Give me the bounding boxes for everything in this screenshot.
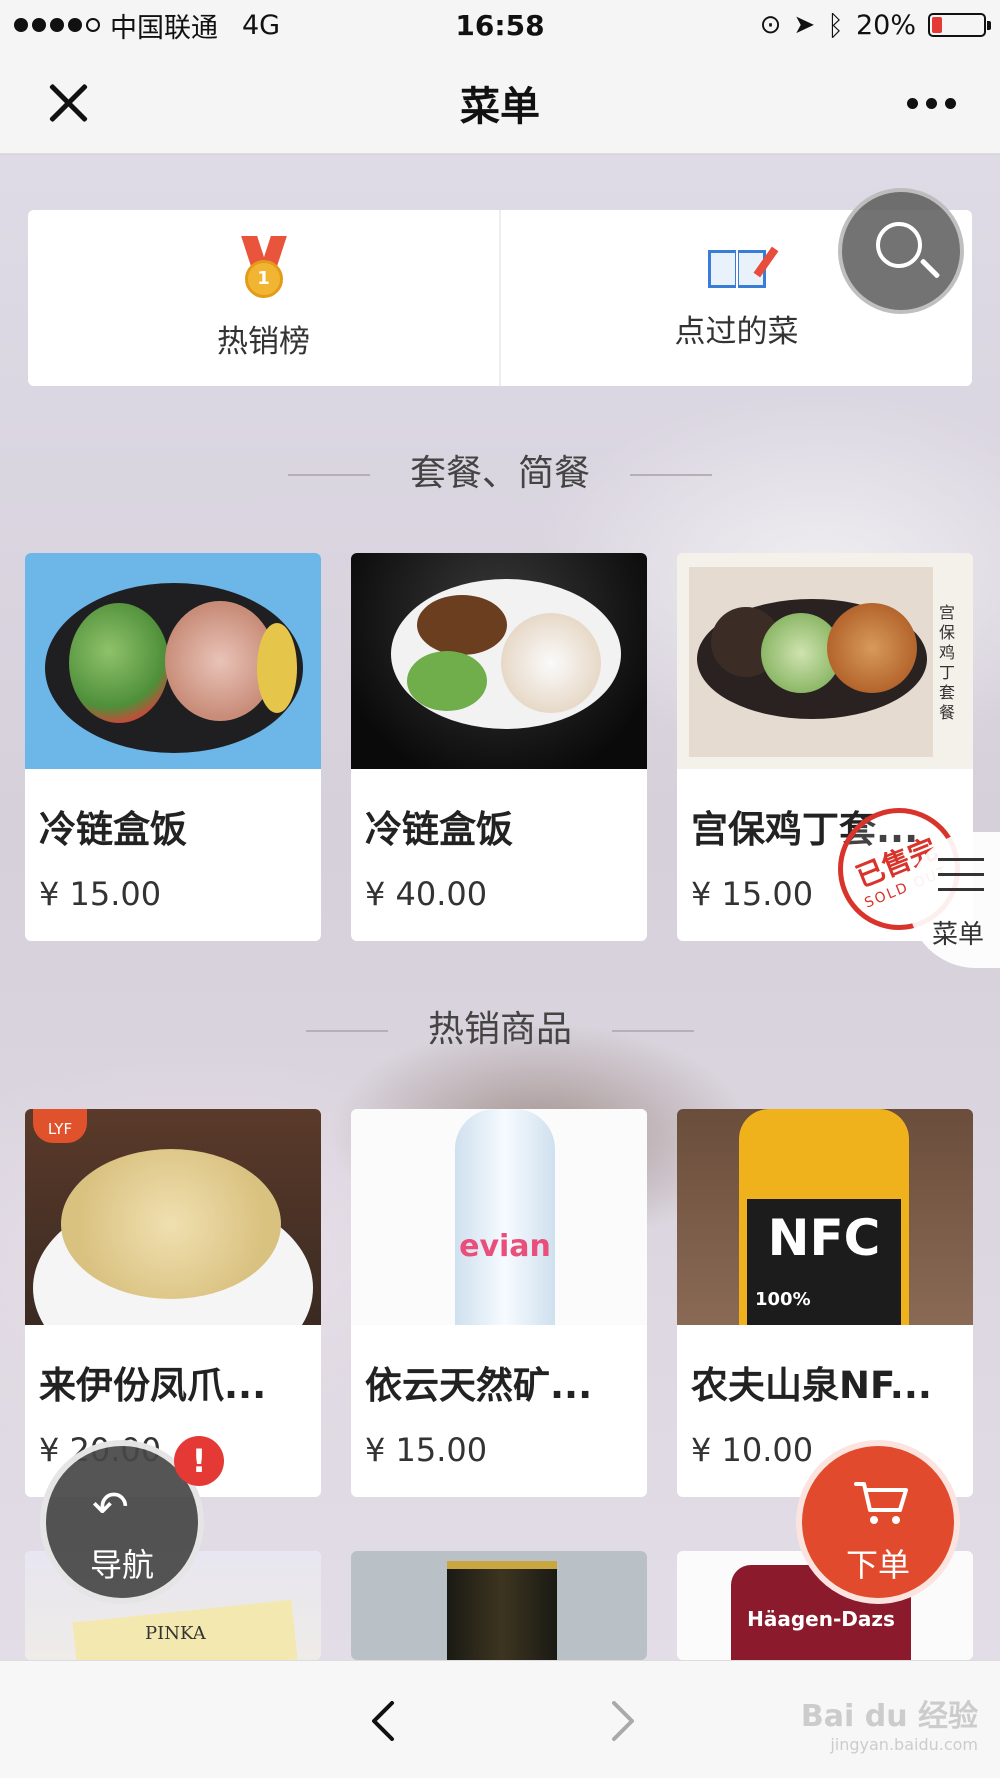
product-image: LYF [25,1109,321,1325]
status-right: ⊙ ➤ ᛒ 20% [759,8,991,42]
section-title: 热销商品 [427,1009,572,1050]
product-image: 宫保鸡丁套餐 [677,553,973,769]
more-icon[interactable] [907,98,956,109]
battery-percent: 20% [855,9,916,41]
product-image [351,553,647,769]
status-bar: 中国联通 4G 16:58 ⊙ ➤ ᛒ 20% [0,0,1000,50]
battery-icon [928,13,991,37]
back-icon[interactable] [366,1701,406,1741]
product-image: NFC 100% [677,1109,973,1325]
product-price: ¥ 15.00 [691,875,814,913]
product-price: ¥ 15.00 [365,1431,488,1469]
product-name: 依云天然矿... [365,1364,593,1407]
product-price: ¥ 10.00 [691,1431,814,1469]
section-header-hot-items: 热销商品 [0,1000,1000,1052]
product-name: 冷链盒饭 [365,808,513,851]
brand-text: NFC [767,1209,881,1267]
percent-text: 100% [755,1289,811,1310]
product-price: ¥ 15.00 [39,875,162,913]
back-arrow-icon: ↶ [92,1482,129,1533]
product-card[interactable]: evian 依云天然矿... ¥ 15.00 [351,1109,647,1497]
side-menu-label: 菜单 [932,920,985,950]
forward-icon[interactable] [600,1701,640,1741]
brand-badge: LYF [33,1109,87,1143]
battery-fill [932,17,942,33]
rotation-lock-icon: ⊙ [759,10,782,40]
brand-text: PINKA [145,1623,206,1644]
quick-panel: 1 热销榜 点过的菜 [28,210,972,386]
watermark: Bai du 经验 jingyan.baidu.com [801,1691,978,1754]
product-card[interactable]: 冷链盒饭 ¥ 40.00 [351,553,647,941]
order-button[interactable]: 下单 [796,1440,960,1604]
watermark-main: Bai du 经验 [800,1699,978,1734]
product-image: evian [351,1109,647,1325]
menu-icon [938,858,984,903]
brand-text: evian [459,1229,551,1264]
section-header-combo-meals: 套餐、简餐 [0,444,1000,496]
product-name: 农夫山泉NF... [691,1364,932,1407]
page-title: 菜单 [460,84,540,130]
book-icon [707,246,778,292]
bluetooth-icon: ᛒ [827,8,844,42]
hot-ranking-link[interactable]: 1 热销榜 [28,210,499,386]
nav-bar: 菜单 [0,50,1000,154]
product-name: 冷链盒饭 [39,808,187,851]
product-price: ¥ 40.00 [365,875,488,913]
image-label: 宫保鸡丁套餐 [939,603,956,722]
bottom-toolbar: Bai du 经验 jingyan.baidu.com [0,1660,1000,1778]
medal-icon: 1 [240,235,287,302]
section-title: 套餐、简餐 [409,453,590,494]
hot-ranking-label: 热销榜 [217,323,310,360]
navigation-label: 导航 [89,1546,154,1584]
notification-badge: ! [174,1436,224,1486]
order-label: 下单 [845,1546,910,1584]
product-card[interactable]: LYF 来伊份凤爪... ¥ 20.00 [25,1109,321,1497]
cart-icon [854,1482,908,1524]
brand-text: Häagen-Dazs [747,1607,895,1631]
product-image [351,1551,647,1660]
ordered-dishes-label: 点过的菜 [674,313,799,350]
location-icon: ➤ [793,10,816,40]
product-card[interactable]: NFC 100% 农夫山泉NF... ¥ 10.00 [677,1109,973,1497]
product-name: 来伊份凤爪... [39,1364,267,1407]
product-card[interactable]: 冷链盒饭 ¥ 15.00 [25,553,321,941]
search-button[interactable] [838,188,964,314]
product-image [25,553,321,769]
watermark-sub: jingyan.baidu.com [830,1735,978,1754]
search-icon [876,222,922,268]
product-card[interactable] [351,1551,647,1660]
